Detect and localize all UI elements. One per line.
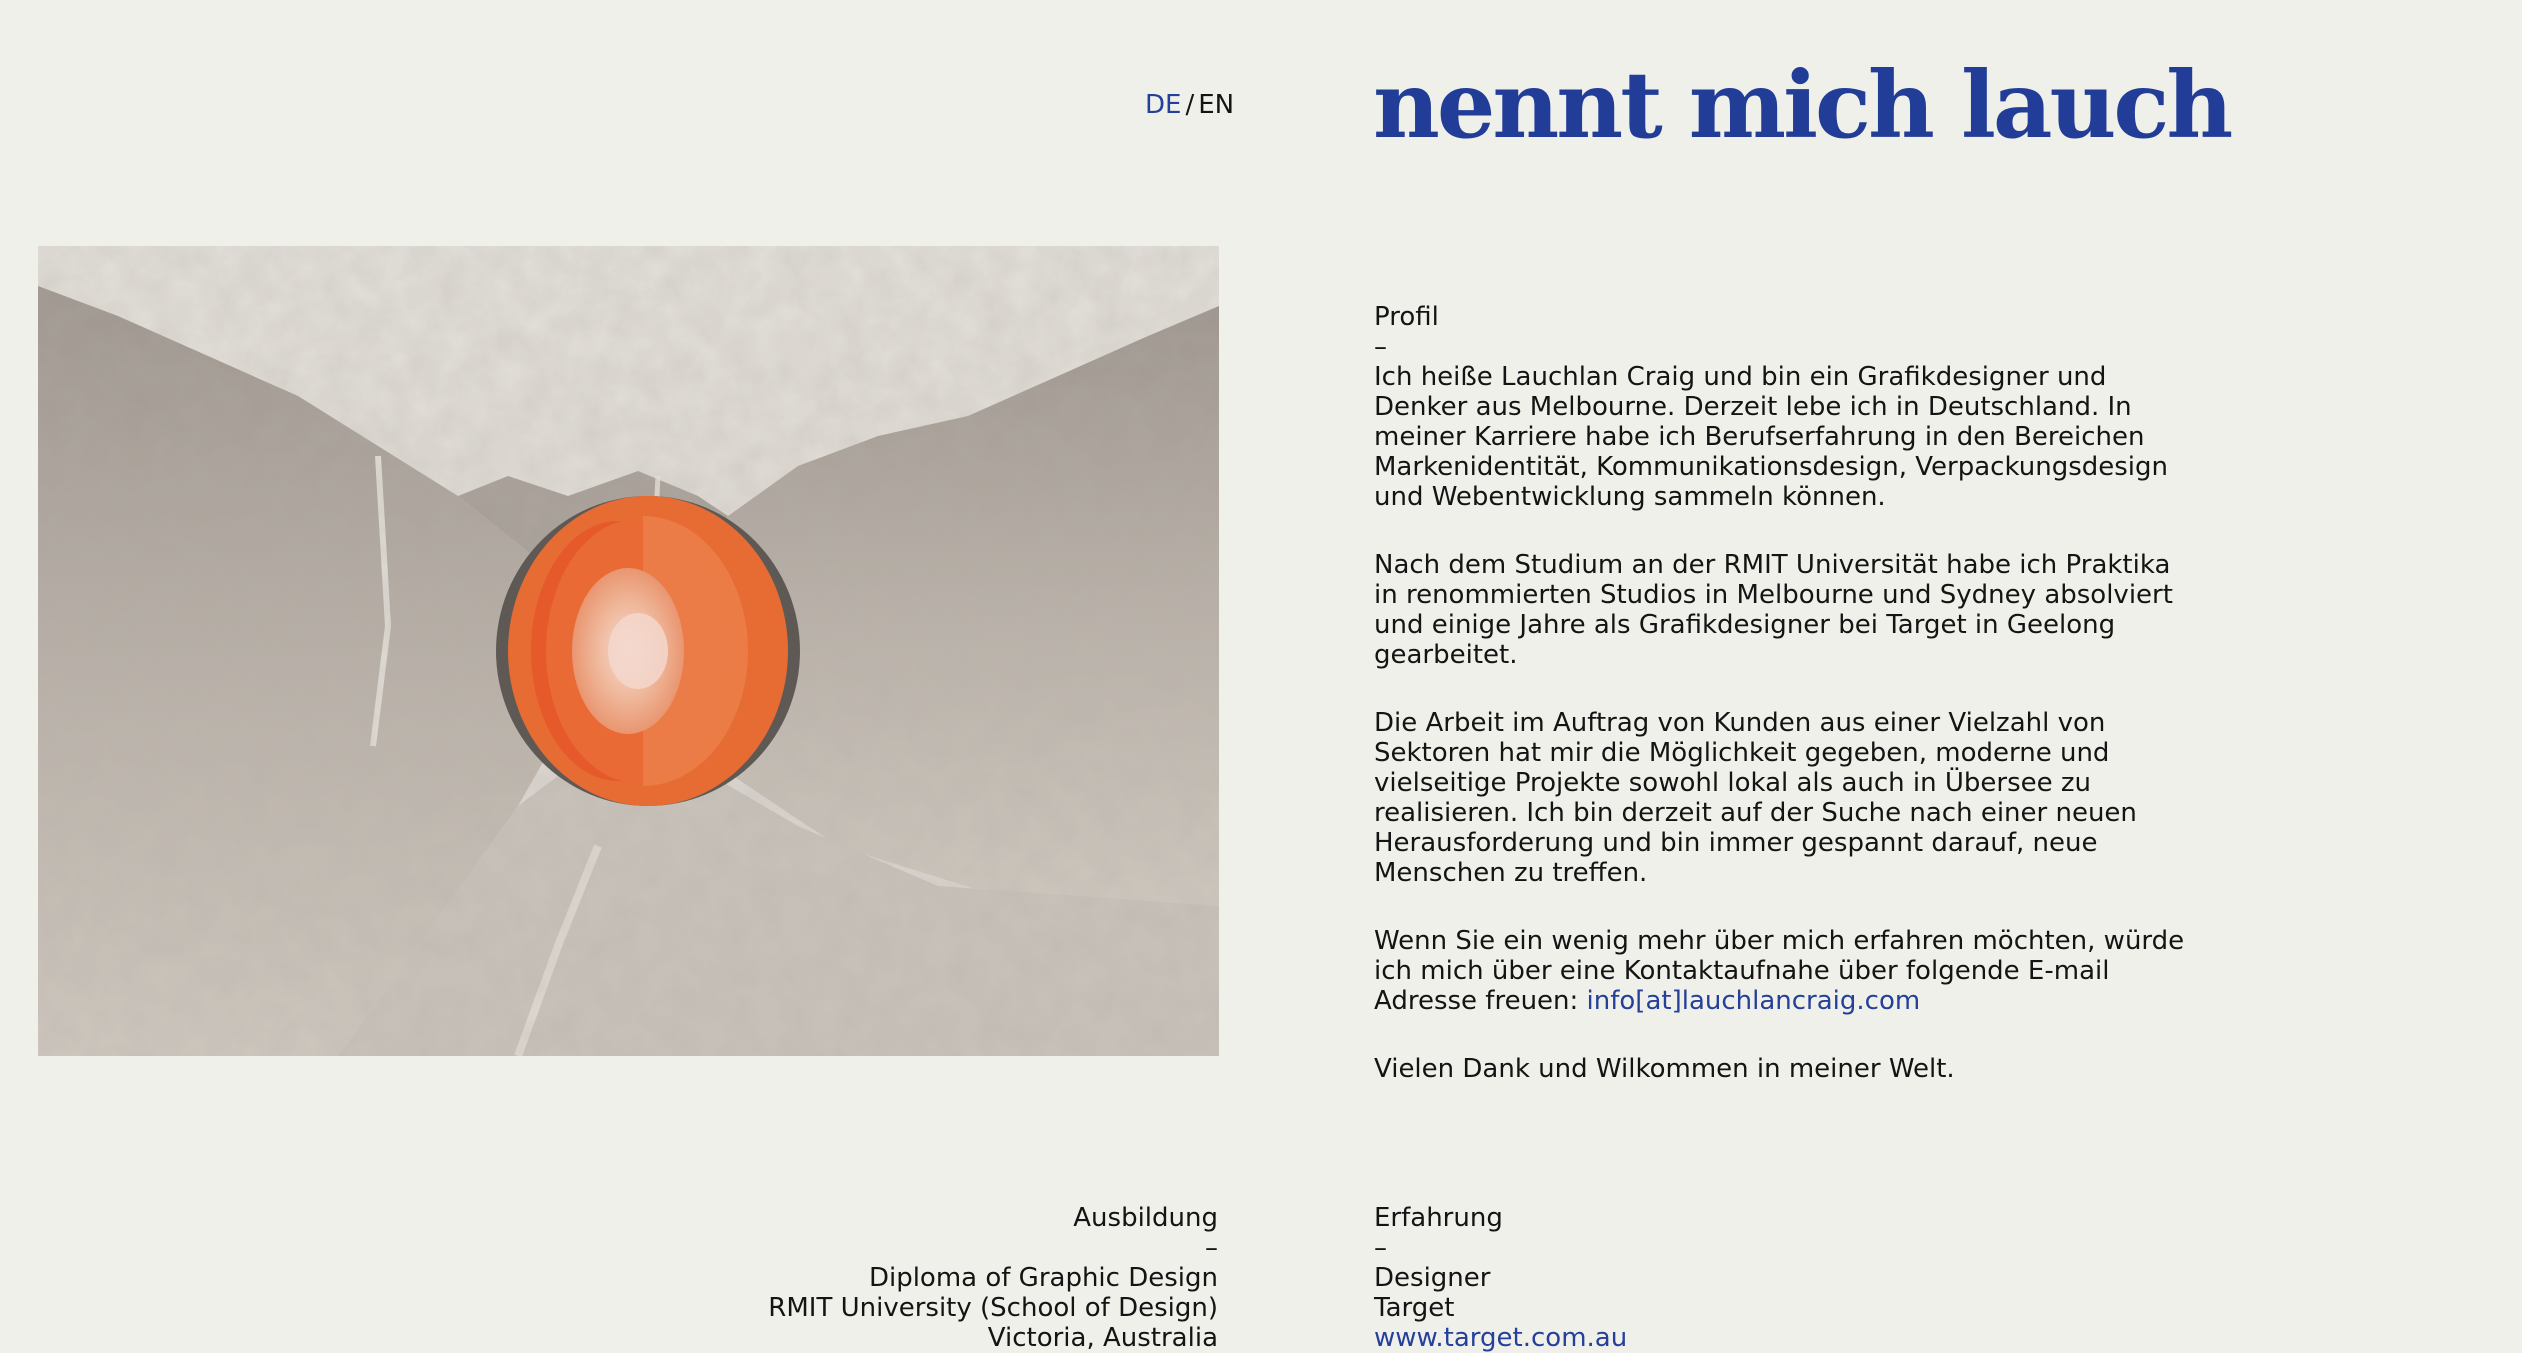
site-logo[interactable]: nennt mich lauch [1373,50,2233,160]
education-section: Ausbildung – Diploma of Graphic Design R… [768,1203,1218,1353]
language-switcher: DE / EN [1145,90,1234,120]
experience-company-link[interactable]: www.target.com.au [1374,1323,1627,1353]
profile-paragraph-4: Wenn Sie ein wenig mehr über mich erfahr… [1374,926,2194,1016]
lang-de-link[interactable]: DE [1145,90,1181,120]
experience-company: Target [1374,1293,1455,1323]
education-heading: Ausbildung [1073,1203,1218,1233]
profile-heading: Profil [1374,302,1439,332]
email-link[interactable]: info[at]lauchlancraig.com [1587,986,1921,1016]
lang-separator: / [1185,90,1195,120]
profile-paragraph-5: Vielen Dank und Wilkommen in meiner Welt… [1374,1054,1955,1084]
earth-core-graphic [496,496,800,806]
education-degree: Diploma of Graphic Design [868,1263,1218,1293]
hero-image [38,246,1219,1056]
experience-role: Designer [1374,1263,1491,1293]
lang-en-link[interactable]: EN [1198,90,1234,120]
hero-illustration [38,246,1219,1056]
experience-dash: – [1374,1233,1387,1263]
profile-section: Profil – Ich heiße Lauchlan Craig und bi… [1374,302,2194,1122]
profile-dash: – [1374,332,1387,362]
profile-paragraph-1: Ich heiße Lauchlan Craig und bin ein Gra… [1374,362,2168,512]
experience-section: Erfahrung – Designer Target www.target.c… [1374,1203,1627,1353]
education-institution: RMIT University (School of Design) [768,1293,1218,1323]
profile-paragraph-2: Nach dem Studium an der RMIT Universität… [1374,550,2173,670]
education-location: Victoria, Australia [987,1323,1218,1353]
experience-heading: Erfahrung [1374,1203,1503,1233]
education-dash: – [1205,1233,1218,1263]
profile-paragraph-3: Die Arbeit im Auftrag von Kunden aus ein… [1374,708,2137,888]
